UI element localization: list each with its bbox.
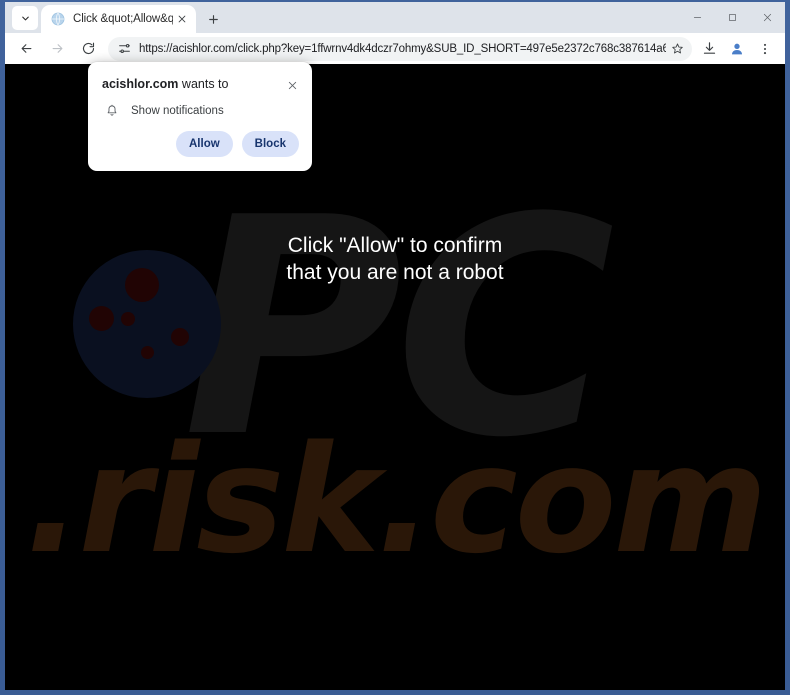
minimize-icon	[693, 17, 702, 18]
bell-icon-glyph	[107, 104, 117, 116]
dialog-close-button[interactable]	[284, 77, 300, 93]
block-button[interactable]: Block	[241, 131, 299, 157]
crater-4	[171, 328, 189, 346]
maximize-icon	[729, 14, 736, 21]
plus-icon	[208, 14, 218, 24]
dialog-title: acishlor.com wants to	[102, 76, 284, 92]
browser-window-screenshot: Click &quot;Allow&quot;	[0, 0, 790, 695]
crater-2	[89, 306, 114, 331]
dialog-origin: acishlor.com	[102, 77, 179, 91]
maximize-button[interactable]	[715, 2, 750, 33]
profile-avatar-button[interactable]	[724, 36, 750, 62]
close-icon	[178, 15, 186, 23]
permission-label: Show notifications	[131, 105, 224, 117]
tab-search-button[interactable]	[12, 6, 38, 30]
close-window-button[interactable]	[750, 2, 785, 33]
tune-icon	[118, 44, 130, 53]
chrome-menu-button[interactable]	[752, 36, 778, 62]
allow-button[interactable]: Allow	[176, 131, 233, 157]
dialog-title-suffix: wants to	[178, 77, 229, 91]
window-controls	[680, 2, 785, 33]
new-tab-button[interactable]	[201, 7, 225, 31]
crater-3	[121, 312, 135, 326]
close-icon	[288, 81, 296, 89]
forward-button[interactable]	[43, 35, 71, 63]
tab-strip: Click &quot;Allow&quot;	[5, 2, 785, 33]
close-icon	[763, 13, 772, 22]
downloads-button[interactable]	[696, 36, 722, 62]
headline-line-2: that you are not a robot	[286, 261, 504, 284]
reload-button[interactable]	[74, 35, 102, 63]
headline-line-1: Click "Allow" to confirm	[287, 234, 503, 257]
dialog-header: acishlor.com wants to	[88, 62, 312, 93]
notification-permission-dialog: acishlor.com wants to Show notifications…	[88, 62, 312, 171]
bell-icon	[104, 103, 120, 119]
site-info-tune-icon[interactable]	[115, 40, 133, 58]
url-text[interactable]: https://acishlor.com/click.php?key=1ffwr…	[139, 43, 666, 55]
browser-tab[interactable]: Click &quot;Allow&quot;	[41, 5, 196, 33]
tab-title: Click &quot;Allow&quot;	[73, 13, 173, 25]
globe-icon	[51, 12, 65, 26]
arrow-left-icon	[21, 44, 31, 53]
minimize-button[interactable]	[680, 2, 715, 33]
browser-toolbar: https://acishlor.com/click.php?key=1ffwr…	[5, 33, 785, 64]
bookmark-star-icon[interactable]	[666, 38, 688, 60]
dialog-actions: Allow Block	[88, 119, 312, 171]
crater-5	[141, 346, 154, 359]
address-bar[interactable]: https://acishlor.com/click.php?key=1ffwr…	[108, 36, 692, 61]
download-icon	[703, 42, 715, 54]
reload-icon	[82, 42, 94, 55]
tab-close-button[interactable]	[173, 10, 191, 28]
avatar-icon	[732, 43, 742, 54]
watermark-risk: .risk.com	[25, 414, 767, 586]
permission-row: Show notifications	[88, 93, 312, 119]
arrow-right-icon	[52, 44, 62, 53]
page-headline: Click "Allow" to confirm that you are no…	[5, 232, 785, 286]
chevron-down-icon	[21, 16, 29, 20]
back-button[interactable]	[12, 35, 40, 63]
star-icon	[671, 43, 683, 54]
more-vertical-icon	[763, 43, 767, 54]
